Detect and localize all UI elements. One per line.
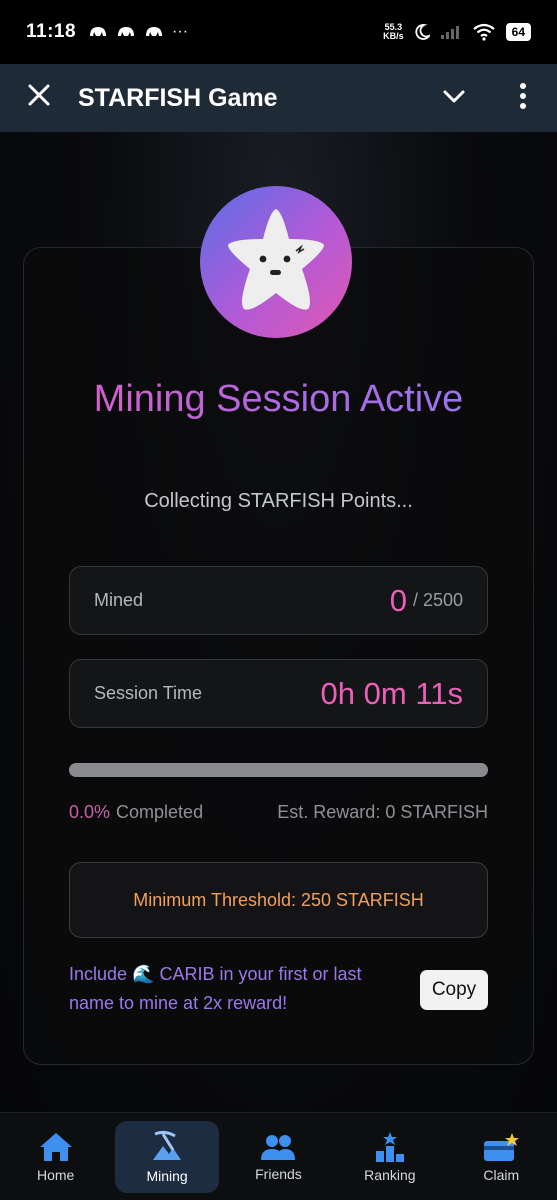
nav-item-claim[interactable]: Claim bbox=[449, 1121, 553, 1193]
nav-label-friends: Friends bbox=[255, 1165, 302, 1182]
close-icon bbox=[28, 84, 50, 106]
nav-label-mining: Mining bbox=[146, 1167, 188, 1184]
mined-label: Mined bbox=[94, 590, 144, 610]
net-speed: 55.3 KB/s bbox=[383, 23, 404, 41]
session-subtitle: Collecting STARFISH Points... bbox=[144, 490, 413, 512]
nav-label-home: Home bbox=[37, 1166, 75, 1183]
minimum-threshold: Minimum Threshold: 250 STARFISH bbox=[69, 862, 488, 938]
more-menu-button[interactable] bbox=[515, 82, 531, 115]
claim-icon bbox=[484, 1132, 520, 1161]
app-icon bbox=[90, 27, 107, 36]
nav-label-ranking: Ranking bbox=[364, 1166, 416, 1183]
mining-icon bbox=[153, 1130, 182, 1160]
est-reward: Est. Reward: 0 STARFISH bbox=[277, 802, 488, 822]
nav-item-friends[interactable]: Friends bbox=[226, 1121, 330, 1193]
moon-icon bbox=[415, 24, 430, 40]
nav-item-ranking[interactable]: Ranking bbox=[338, 1121, 442, 1193]
signal-icon bbox=[440, 26, 459, 39]
session-time-label: Session Time bbox=[94, 683, 203, 703]
kebab-menu-icon bbox=[520, 83, 526, 109]
nav-item-mining[interactable]: Mining bbox=[115, 1120, 220, 1193]
mined-total: / 2500 bbox=[412, 590, 463, 610]
promo-text: Include 🌊 CARIB in your first or last na… bbox=[69, 964, 362, 1013]
ranking-icon bbox=[375, 1131, 404, 1162]
starfish-icon bbox=[228, 209, 324, 310]
mined-value: 0 bbox=[389, 582, 407, 618]
nav-item-home[interactable]: Home bbox=[4, 1121, 108, 1193]
chevron-down-icon bbox=[443, 90, 465, 103]
main-content: Mining Session Active Collecting STARFIS… bbox=[0, 132, 557, 1112]
status-bar: 11:18 ··· 55.3 KB/s 64 bbox=[0, 0, 557, 64]
status-time: 11:18 bbox=[26, 21, 77, 42]
wifi-icon bbox=[472, 23, 495, 41]
more-notifications: ··· bbox=[172, 23, 189, 40]
friends-icon bbox=[261, 1134, 296, 1160]
net-speed-unit: KB/s bbox=[383, 31, 404, 41]
collapse-button[interactable] bbox=[440, 82, 468, 115]
session-headline: Mining Session Active bbox=[0, 374, 557, 424]
close-button[interactable] bbox=[0, 81, 78, 115]
mined-box: Mined 0 / 2500 bbox=[69, 566, 488, 635]
mining-card bbox=[23, 247, 534, 1065]
app-title: STARFISH Game bbox=[78, 83, 278, 112]
nav-label-claim: Claim bbox=[483, 1166, 520, 1183]
app-icon bbox=[146, 27, 163, 36]
battery-indicator: 64 bbox=[505, 23, 531, 41]
home-icon bbox=[39, 1132, 72, 1161]
session-time-box: Session Time 0h 0m 11s bbox=[69, 659, 488, 728]
progress-info: 0.0% Completed Est. Reward: 0 STARFISH bbox=[69, 802, 488, 823]
app-icon bbox=[118, 27, 135, 36]
progress-bar bbox=[69, 763, 488, 777]
app-header: STARFISH Game bbox=[0, 64, 557, 132]
starfish-logo bbox=[200, 186, 352, 338]
session-time-value: 0h 0m 11s bbox=[320, 675, 463, 711]
progress-percent: 0.0% bbox=[69, 802, 111, 822]
notification-icons: ··· bbox=[88, 23, 188, 41]
copy-button[interactable]: Copy bbox=[420, 970, 488, 1010]
bottom-nav: Home Mining Friends Ranking Claim bbox=[0, 1112, 557, 1200]
progress-completed-label: Completed bbox=[116, 802, 204, 822]
